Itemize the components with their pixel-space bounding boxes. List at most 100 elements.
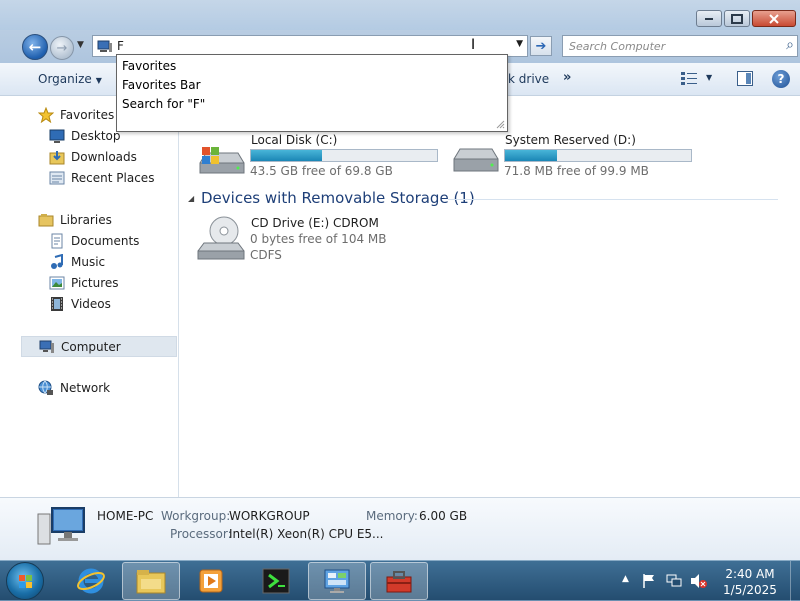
taskbar-control-panel[interactable]	[308, 562, 366, 600]
cd-drive-filesystem: CDFS	[250, 248, 282, 262]
help-button[interactable]: ?	[772, 70, 790, 88]
desktop-icon	[49, 129, 65, 143]
drive-d-usage-fill	[505, 150, 558, 161]
collapse-group-icon[interactable]: ◢	[188, 194, 194, 203]
explorer-window: ← → ▼ F I ▼ ➔ Search Computer ⌕ Organize…	[0, 0, 800, 560]
group-divider	[448, 199, 778, 200]
nav-pictures[interactable]: Pictures	[49, 275, 119, 291]
nav-pictures-label: Pictures	[71, 276, 119, 290]
back-button[interactable]: ←	[22, 34, 48, 60]
clock-time: 2:40 AM	[725, 567, 775, 581]
taskbar: ▲ 2:40 AM 1/5/2025	[0, 560, 800, 601]
preview-pane-button[interactable]	[737, 71, 753, 86]
nav-desktop-label: Desktop	[71, 129, 121, 143]
organize-label: Organize	[38, 72, 92, 86]
music-icon	[51, 254, 63, 269]
nav-computer[interactable]: Computer	[21, 336, 177, 357]
workgroup-label: Workgroup:	[161, 509, 231, 523]
close-button[interactable]	[752, 10, 796, 27]
drive-d-usage-bar	[504, 149, 692, 162]
nav-network[interactable]: Network	[38, 380, 110, 396]
nav-libraries[interactable]: Libraries	[38, 212, 112, 228]
nav-videos[interactable]: Videos	[49, 296, 111, 312]
hard-drive-icon	[453, 148, 499, 172]
address-text: F	[117, 39, 124, 53]
downloads-icon	[49, 151, 65, 165]
volume-muted-icon[interactable]	[690, 573, 708, 589]
removable-group-header[interactable]: Devices with Removable Storage (1)	[201, 189, 475, 207]
chevron-down-icon: ▼	[95, 76, 102, 85]
text-cursor-icon: I	[471, 37, 476, 53]
search-input[interactable]: Search Computer ⌕	[562, 35, 798, 57]
autocomplete-item[interactable]: Favorites	[122, 59, 176, 73]
maximize-button[interactable]	[724, 10, 750, 27]
forward-arrow-icon: →	[56, 40, 68, 56]
documents-icon	[51, 233, 63, 249]
forward-button[interactable]: →	[50, 36, 74, 60]
computer-name: HOME-PC	[97, 509, 154, 523]
go-button[interactable]: ➔	[530, 36, 552, 56]
nav-recent-places[interactable]: Recent Places	[49, 170, 154, 186]
back-arrow-icon: ←	[28, 38, 42, 56]
taskbar-file-explorer[interactable]	[122, 562, 180, 600]
nav-documents-label: Documents	[71, 234, 140, 248]
control-panel-icon	[324, 569, 350, 593]
drive-c-usage-bar	[250, 149, 438, 162]
title-bar[interactable]	[0, 0, 800, 30]
internet-explorer-icon	[77, 568, 105, 594]
system-clock[interactable]: 2:40 AM 1/5/2025	[722, 566, 778, 598]
taskbar-internet-explorer[interactable]	[62, 562, 120, 600]
network-status-icon[interactable]	[666, 573, 682, 589]
drive-c-usage-fill	[251, 150, 322, 161]
search-icon[interactable]: ⌕	[786, 37, 794, 53]
terminal-icon	[262, 568, 290, 594]
action-center-flag-icon[interactable]	[642, 573, 656, 589]
nav-music[interactable]: Music	[49, 254, 105, 270]
navigation-pane: Favorites Desktop Downloads Recent Place…	[0, 97, 179, 497]
minimize-button[interactable]	[696, 10, 722, 27]
organize-button[interactable]: Organize ▼	[38, 72, 102, 86]
change-view-icon[interactable]	[681, 72, 697, 85]
drive-d-name: System Reserved (D:)	[505, 133, 636, 147]
maximize-icon	[731, 13, 743, 24]
nav-downloads[interactable]: Downloads	[49, 149, 137, 165]
media-player-icon	[199, 569, 223, 593]
nav-downloads-label: Downloads	[71, 150, 137, 164]
taskbar-toolbox[interactable]	[370, 562, 428, 600]
show-hidden-icons-button[interactable]: ▲	[622, 574, 629, 584]
show-desktop-button[interactable]	[790, 561, 800, 601]
recent-pages-dropdown[interactable]: ▼	[77, 40, 84, 50]
libraries-icon	[38, 214, 54, 227]
nav-computer-label: Computer	[61, 339, 121, 354]
taskbar-terminal[interactable]	[247, 562, 305, 600]
nav-network-label: Network	[60, 381, 111, 395]
address-dropdown-icon[interactable]: ▼	[516, 39, 523, 49]
resize-grip-icon[interactable]	[495, 119, 505, 129]
memory-value: 6.00 GB	[419, 509, 468, 523]
taskbar-media-player[interactable]	[182, 562, 240, 600]
nav-favorites[interactable]: Favorites	[38, 107, 114, 123]
autocomplete-item[interactable]: Favorites Bar	[122, 78, 201, 92]
drive-c-name: Local Disk (C:)	[251, 133, 338, 147]
nav-documents[interactable]: Documents	[49, 233, 139, 249]
autocomplete-item[interactable]: Search for "F"	[122, 97, 205, 111]
start-button[interactable]	[6, 562, 44, 600]
view-options-dropdown[interactable]: ▼	[706, 73, 712, 82]
folder-icon	[136, 570, 166, 594]
processor-value: Intel(R) Xeon(R) CPU E5...	[229, 527, 384, 541]
toolbox-icon	[386, 571, 412, 593]
recent-places-icon	[49, 171, 65, 185]
drive-c-free: 43.5 GB free of 69.8 GB	[250, 164, 393, 178]
search-placeholder: Search Computer	[569, 40, 666, 53]
more-commands-button[interactable]: »	[563, 70, 571, 85]
cd-drive-icon	[197, 216, 245, 260]
window-controls	[696, 10, 796, 27]
nav-music-label: Music	[71, 255, 106, 269]
hard-drive-icon	[199, 147, 245, 174]
close-icon	[769, 13, 779, 24]
nav-recent-places-label: Recent Places	[71, 171, 155, 185]
star-icon	[38, 107, 54, 123]
map-network-drive-button[interactable]: k drive	[508, 72, 549, 86]
drive-d-free: 71.8 MB free of 99.9 MB	[504, 164, 649, 178]
nav-desktop[interactable]: Desktop	[49, 128, 121, 144]
